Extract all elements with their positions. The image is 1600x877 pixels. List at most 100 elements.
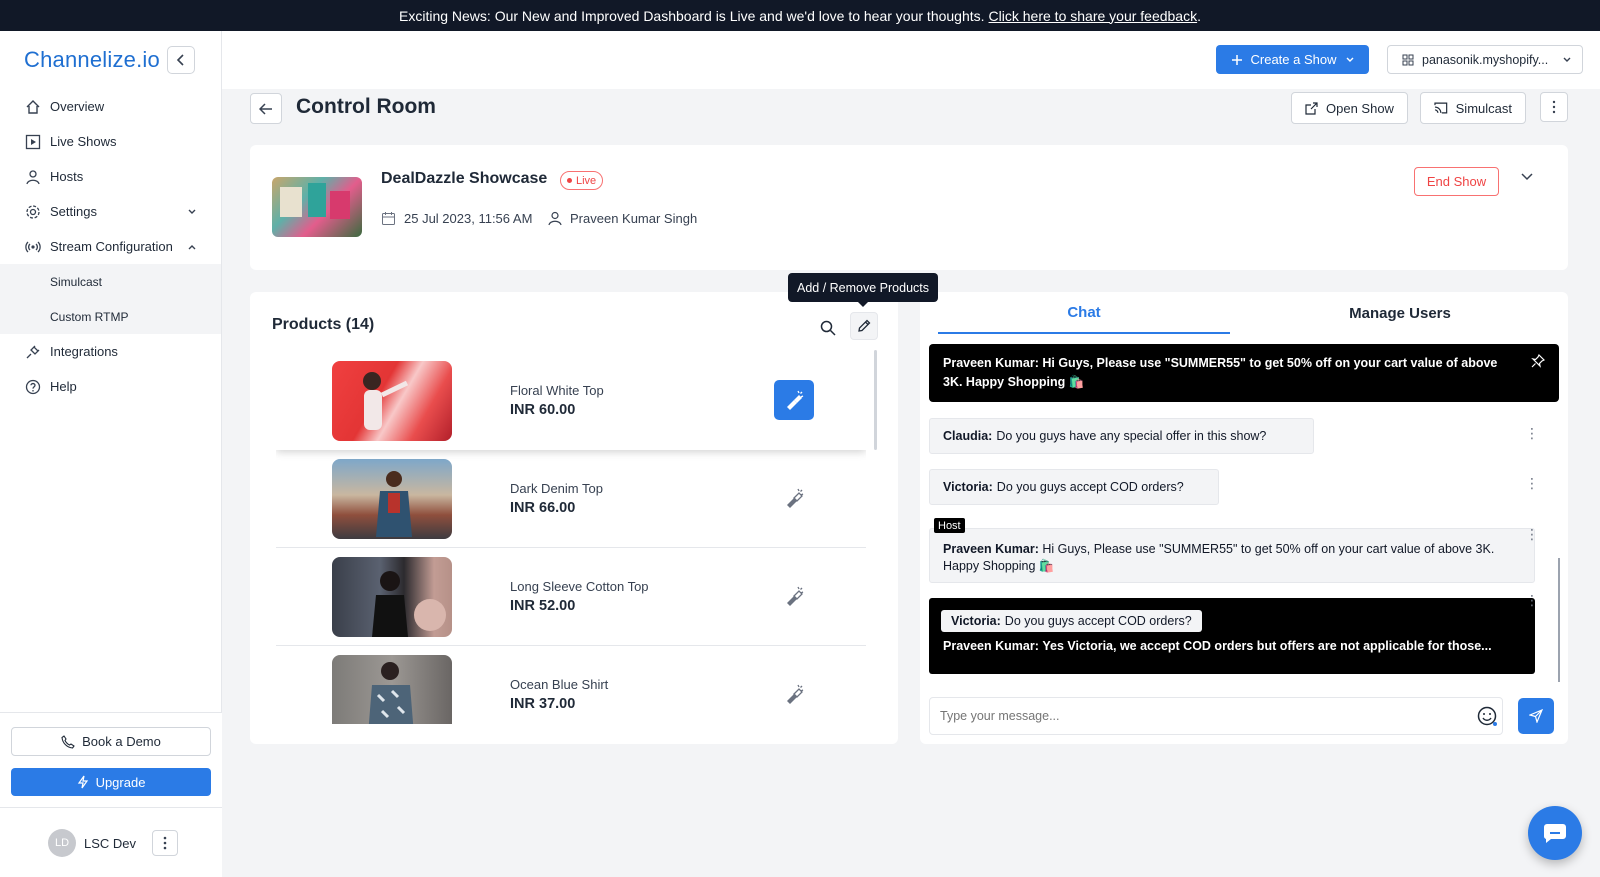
show-title: DealDazzle Showcase (381, 170, 548, 187)
more-options-button[interactable] (1540, 92, 1568, 122)
chevron-down-icon[interactable] (1520, 171, 1534, 183)
message-options-icon[interactable]: ⋮ (1525, 475, 1539, 492)
spotlight-button[interactable] (774, 674, 814, 714)
message-author: Praveen Kumar: (943, 356, 1039, 370)
sidebar-item-help[interactable]: Help (0, 369, 221, 404)
message-author: Victoria: (943, 480, 993, 494)
tab-chat[interactable]: Chat (938, 292, 1230, 334)
host-message: Praveen Kumar: Hi Guys, Please use "SUMM… (929, 528, 1535, 583)
sidebar-item-integrations[interactable]: Integrations (0, 334, 221, 369)
product-image (332, 361, 452, 441)
status-badge: Live (560, 171, 604, 190)
store-selector[interactable]: panasonik.myshopify... (1387, 45, 1583, 74)
create-show-button[interactable]: Create a Show (1216, 45, 1369, 74)
sidebar-item-label: Stream Configuration (50, 239, 173, 254)
sidebar-item-label: Hosts (50, 169, 84, 184)
message-options-icon[interactable]: ⋮ (1525, 425, 1539, 442)
sidebar-item-label: Settings (50, 204, 97, 219)
book-demo-button[interactable]: Book a Demo (11, 727, 211, 756)
spotlight-button[interactable] (774, 576, 814, 616)
sidebar-item-label: Integrations (50, 344, 118, 359)
simulcast-button[interactable]: Simulcast (1420, 92, 1526, 124)
product-list: Floral White Top INR 60.00 Dark Denim To… (276, 352, 866, 724)
list-item[interactable]: Floral White Top INR 60.00 (276, 352, 866, 450)
broadcast-icon (24, 238, 42, 256)
show-card: DealDazzle Showcase Live 25 Jul 2023, 11… (250, 145, 1568, 270)
announcement-banner: Exciting News: Our New and Improved Dash… (0, 0, 1600, 31)
products-scrollbar[interactable] (874, 350, 877, 450)
tooltip: Add / Remove Products (788, 273, 938, 307)
user-name: LSC Dev (84, 835, 137, 851)
spotlight-button[interactable] (774, 478, 814, 518)
feedback-link[interactable]: Click here to share your feedback (989, 8, 1198, 24)
user-icon (24, 168, 42, 186)
banner-text: Exciting News: Our New and Improved Dash… (399, 7, 985, 24)
sidebar-item-live-shows[interactable]: Live Shows (0, 124, 221, 159)
phone-icon (61, 734, 75, 749)
spotlight-button[interactable] (774, 380, 814, 420)
product-image (332, 459, 452, 539)
send-button[interactable] (1518, 698, 1554, 734)
products-panel: Products (14) Floral White Top INR 60.00… (250, 292, 898, 744)
send-icon (1529, 709, 1543, 723)
quoted-message: Victoria: Do you guys accept COD orders? (941, 610, 1202, 632)
reply-message: Victoria: Do you guys accept COD orders?… (929, 598, 1535, 674)
support-chat-button[interactable] (1528, 806, 1582, 860)
product-price: INR 60.00 (510, 402, 576, 418)
product-name: Floral White Top (510, 383, 604, 398)
message-author: Claudia: (943, 429, 993, 443)
chat-input[interactable] (929, 697, 1503, 735)
message-text: Do you guys accept COD orders? (996, 480, 1184, 494)
sidebar-item-simulcast[interactable]: Simulcast (0, 264, 221, 299)
message-author: Praveen Kumar: (943, 542, 1039, 556)
tab-manage-users[interactable]: Manage Users (1250, 292, 1550, 334)
channelize-logo[interactable]: Channelize.io (24, 47, 160, 73)
list-item[interactable]: Dark Denim Top INR 66.00 (276, 450, 866, 548)
search-icon[interactable] (820, 320, 836, 336)
list-item[interactable]: Long Sleeve Cotton Top INR 52.00 (276, 548, 866, 646)
question-icon (24, 378, 42, 396)
sidebar-item-overview[interactable]: Overview (0, 89, 221, 124)
chat-bubble-icon (1543, 824, 1566, 843)
product-name: Long Sleeve Cotton Top (510, 579, 649, 594)
flashlight-icon (787, 684, 804, 704)
chevron-down-icon (1346, 57, 1353, 62)
user-menu-button[interactable] (152, 830, 179, 856)
product-name: Ocean Blue Shirt (510, 677, 609, 692)
sidebar-item-settings[interactable]: Settings (0, 194, 221, 229)
sidebar: Channelize.io Overview Live Shows Hosts … (0, 31, 222, 877)
chat-scrollbar[interactable] (1558, 558, 1560, 682)
chat-panel: Chat Manage Users Praveen Kumar: Hi Guys… (920, 292, 1568, 744)
emoji-icon[interactable] (1477, 706, 1497, 726)
show-thumbnail (272, 177, 362, 237)
gear-icon (24, 203, 42, 221)
product-name: Dark Denim Top (510, 481, 603, 496)
plus-icon (1231, 54, 1242, 65)
external-link-icon (1305, 101, 1318, 115)
plug-icon (24, 343, 42, 361)
end-show-button[interactable]: End Show (1414, 167, 1499, 196)
edit-products-button[interactable] (850, 312, 878, 340)
flashlight-icon (787, 390, 804, 410)
calendar-icon (382, 212, 395, 225)
list-item[interactable]: Ocean Blue Shirt INR 37.00 (276, 646, 866, 724)
sidebar-nav: Overview Live Shows Hosts Settings Strea… (0, 89, 221, 404)
pin-icon[interactable] (1531, 354, 1545, 368)
avatar[interactable]: LD (48, 829, 76, 857)
show-date: 25 Jul 2023, 11:56 AM (381, 211, 532, 226)
sidebar-item-hosts[interactable]: Hosts (0, 159, 221, 194)
upgrade-button[interactable]: Upgrade (11, 768, 211, 796)
page-title: Control Room (296, 95, 436, 118)
open-show-button[interactable]: Open Show (1291, 92, 1408, 124)
message-options-icon[interactable]: ⋮ (1525, 592, 1539, 609)
sidebar-item-label: Live Shows (50, 134, 117, 149)
sidebar-item-stream-configuration[interactable]: Stream Configuration (0, 229, 221, 264)
sidebar-item-custom-rtmp[interactable]: Custom RTMP (0, 299, 221, 334)
flashlight-icon (787, 488, 804, 508)
collapse-sidebar-button[interactable] (167, 46, 195, 74)
pinned-message: Praveen Kumar: Hi Guys, Please use "SUMM… (929, 344, 1559, 402)
message-options-icon[interactable]: ⋮ (1525, 526, 1539, 543)
chat-message: Claudia: Do you guys have any special of… (929, 418, 1314, 454)
back-button[interactable] (250, 93, 282, 124)
message-text: Do you guys have any special offer in th… (996, 429, 1267, 443)
